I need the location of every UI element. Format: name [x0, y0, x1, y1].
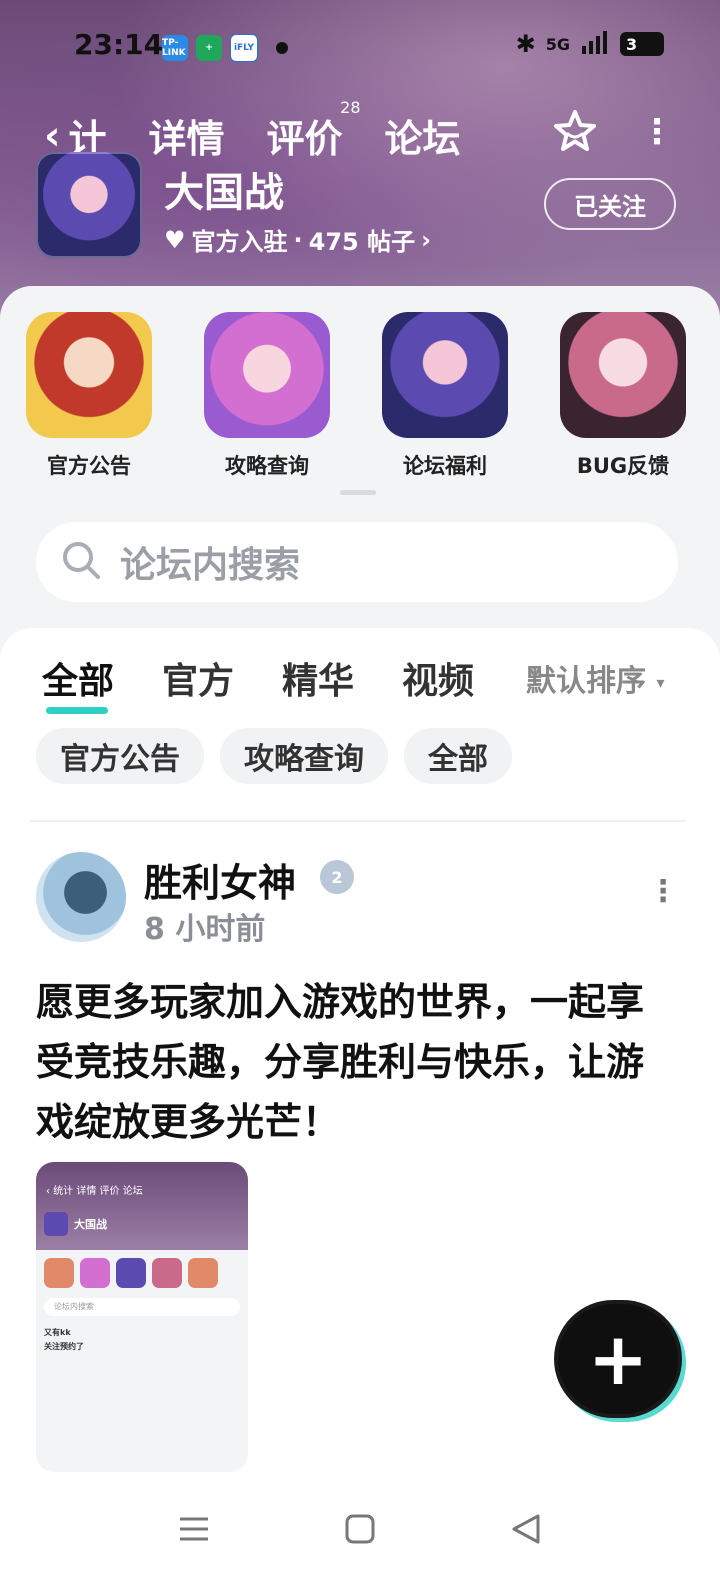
- thumbnail-link-icon: [44, 1258, 74, 1288]
- home-icon[interactable]: [342, 1511, 378, 1547]
- tab-details[interactable]: 详情: [149, 108, 225, 163]
- post-time: 8 小时前: [144, 912, 266, 947]
- official-heart-icon: ♥: [164, 225, 186, 254]
- chip-announcements[interactable]: 官方公告: [36, 728, 204, 784]
- thumbnail-link-icon: [152, 1258, 182, 1288]
- system-nav-bar: [0, 1476, 720, 1582]
- post-more-icon[interactable]: ⋮: [648, 877, 678, 907]
- divider: [30, 820, 686, 822]
- quick-link-label: 攻略查询: [225, 454, 309, 478]
- signal-icon: [580, 30, 610, 58]
- more-menu-icon[interactable]: ⋮: [640, 112, 674, 152]
- favorite-star-icon[interactable]: [552, 108, 598, 154]
- chip-all[interactable]: 全部: [404, 728, 512, 784]
- notification-dot-icon: [276, 42, 288, 54]
- feed-tab-official[interactable]: 官方: [162, 652, 234, 704]
- feed-tab-video[interactable]: 视频: [402, 652, 474, 704]
- thumbnail-header: ‹ 统计 详情 评价 论坛 大国战: [36, 1162, 248, 1250]
- thumbnail-search: 论坛内搜索: [44, 1298, 240, 1316]
- feed-tab-all[interactable]: 全部: [42, 652, 114, 714]
- quick-link-label: BUG反馈: [576, 454, 670, 478]
- battery-saver-icon: +: [196, 35, 222, 61]
- reviews-count-badge: 28: [340, 98, 361, 117]
- avatar[interactable]: [36, 852, 126, 942]
- thumbnail-quick-links: [36, 1250, 248, 1288]
- quick-link-label: 官方公告: [47, 454, 131, 478]
- thumbnail-user: 又有kk: [44, 1328, 71, 1337]
- search-input[interactable]: 论坛内搜索: [36, 522, 678, 602]
- guides-image: [204, 312, 330, 438]
- post-image-thumbnail[interactable]: ‹ 统计 详情 评价 论坛 大国战 论坛内搜索 又有kk 关注预约了: [36, 1162, 248, 1472]
- level-badge: 2: [320, 860, 354, 894]
- thumbnail-avatar: [44, 1212, 68, 1236]
- status-right: ✱ 5G 3: [516, 30, 664, 58]
- menu-icon[interactable]: [176, 1511, 212, 1547]
- drag-handle[interactable]: [340, 490, 376, 495]
- search-placeholder: 论坛内搜索: [120, 545, 301, 586]
- meta-separator: ·: [293, 225, 303, 254]
- network-label: 5G: [545, 34, 570, 54]
- status-time: 23:14: [74, 28, 164, 61]
- thumbnail-link-icon: [80, 1258, 110, 1288]
- chevron-right-icon: ›: [421, 225, 431, 254]
- tab-forum[interactable]: 论坛: [385, 108, 461, 163]
- game-meta[interactable]: ♥ 官方入驻 · 475 帖子 ›: [164, 222, 431, 257]
- sort-dropdown[interactable]: 默认排序 ▾: [526, 656, 664, 700]
- quick-link-benefits[interactable]: 论坛福利: [382, 312, 508, 480]
- quick-link-announcements[interactable]: 官方公告: [26, 312, 152, 480]
- thumbnail-title: 大国战: [74, 1218, 107, 1231]
- quick-link-guides[interactable]: 攻略查询: [204, 312, 330, 480]
- bluetooth-icon: ✱: [515, 30, 536, 58]
- benefits-image: [382, 312, 508, 438]
- back-nav-icon[interactable]: [508, 1511, 544, 1547]
- status-app-icons: TP-LINK + iFLY: [162, 34, 288, 62]
- thumbnail-link-icon: [188, 1258, 218, 1288]
- search-icon: [60, 539, 102, 585]
- caret-down-icon: ▾: [656, 673, 665, 692]
- ifly-app-icon: iFLY: [230, 34, 258, 62]
- sort-label: 默认排序: [526, 664, 646, 699]
- game-avatar[interactable]: [36, 152, 142, 258]
- chip-guides[interactable]: 攻略查询: [220, 728, 388, 784]
- announcements-image: [26, 312, 152, 438]
- feed-tabs: 全部 官方 精华 视频: [42, 652, 522, 714]
- tplink-app-icon: TP-LINK: [162, 35, 188, 61]
- quick-link-bug-report[interactable]: BUG反馈: [560, 312, 686, 480]
- battery-icon: 3: [620, 32, 664, 56]
- thumbnail-link-icon: [116, 1258, 146, 1288]
- quick-link-label: 论坛福利: [403, 454, 487, 478]
- filter-chips: 官方公告 攻略查询 全部: [36, 728, 512, 784]
- bug-report-image: [560, 312, 686, 438]
- follow-button[interactable]: 已关注: [544, 178, 676, 230]
- post-author[interactable]: 胜利女神: [144, 852, 296, 907]
- tab-reviews[interactable]: 评价 28: [267, 98, 361, 163]
- feed-tab-featured[interactable]: 精华: [282, 652, 354, 704]
- posts-count: 475 帖子: [308, 228, 416, 256]
- back-icon[interactable]: ‹: [44, 116, 60, 156]
- game-title: 大国战: [164, 170, 284, 216]
- thumbnail-nav: ‹ 统计 详情 评价 论坛: [46, 1186, 143, 1197]
- create-post-button[interactable]: +: [558, 1304, 678, 1414]
- official-label: 官方入驻: [191, 228, 288, 256]
- post-body[interactable]: 愿更多玩家加入游戏的世界，一起享受竞技乐趣，分享胜利与快乐，让游戏绽放更多光芒！: [36, 972, 676, 1152]
- thumbnail-text: 关注预约了: [44, 1342, 84, 1351]
